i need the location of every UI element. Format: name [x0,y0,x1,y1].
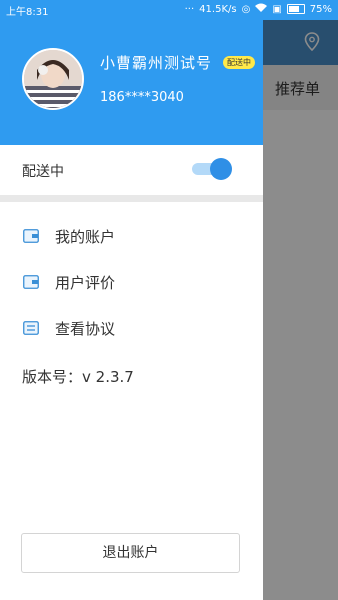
logout-button[interactable]: 退出账户 [21,533,240,573]
delivery-toggle[interactable] [192,158,232,180]
menu-item-label: 用户评价 [55,274,116,292]
delivery-switch-label: 配送中 [22,164,64,180]
app-version: 版本号：v 2.3.7 [22,368,134,386]
network-speed: 41.5K/s [199,3,237,15]
battery-icon [286,4,305,14]
status-bar: 上午8:31 ··· 41.5K/s ◎ ▣ 75% [0,0,338,20]
status-dots: ··· [184,3,195,15]
wallet-icon [23,228,39,243]
menu-item-view-agreement[interactable]: 查看协议 [0,307,263,347]
status-time: 上午8:31 [6,7,49,18]
menu-item-label: 查看协议 [55,320,116,338]
wifi-icon [255,3,268,15]
toggle-knob [210,158,232,180]
navigation-drawer: 小曹霸州测试号 配送中 186****3040 配送中 我的账户 用户评价 查看… [0,20,263,600]
profile-header: 小曹霸州测试号 配送中 186****3040 [0,20,263,145]
menu-item-user-reviews[interactable]: 用户评价 [0,261,263,301]
sim-icon: ▣ [272,3,282,15]
delivery-switch-row: 配送中 [0,145,263,195]
username: 小曹霸州测试号 [100,54,213,72]
alarm-icon: ◎ [241,3,251,15]
status-badge: 配送中 [223,56,255,69]
status-right: ··· 41.5K/s ◎ ▣ 75% [185,3,332,15]
phone-number: 186****3040 [100,90,184,105]
battery-level: 75% [309,3,332,15]
drawer-scrim[interactable] [263,20,338,600]
avatar[interactable] [22,48,84,110]
wallet-icon [23,274,39,289]
section-divider [0,195,263,202]
menu-item-my-account[interactable]: 我的账户 [0,215,263,255]
menu-item-label: 我的账户 [55,228,116,246]
document-icon [23,320,39,335]
